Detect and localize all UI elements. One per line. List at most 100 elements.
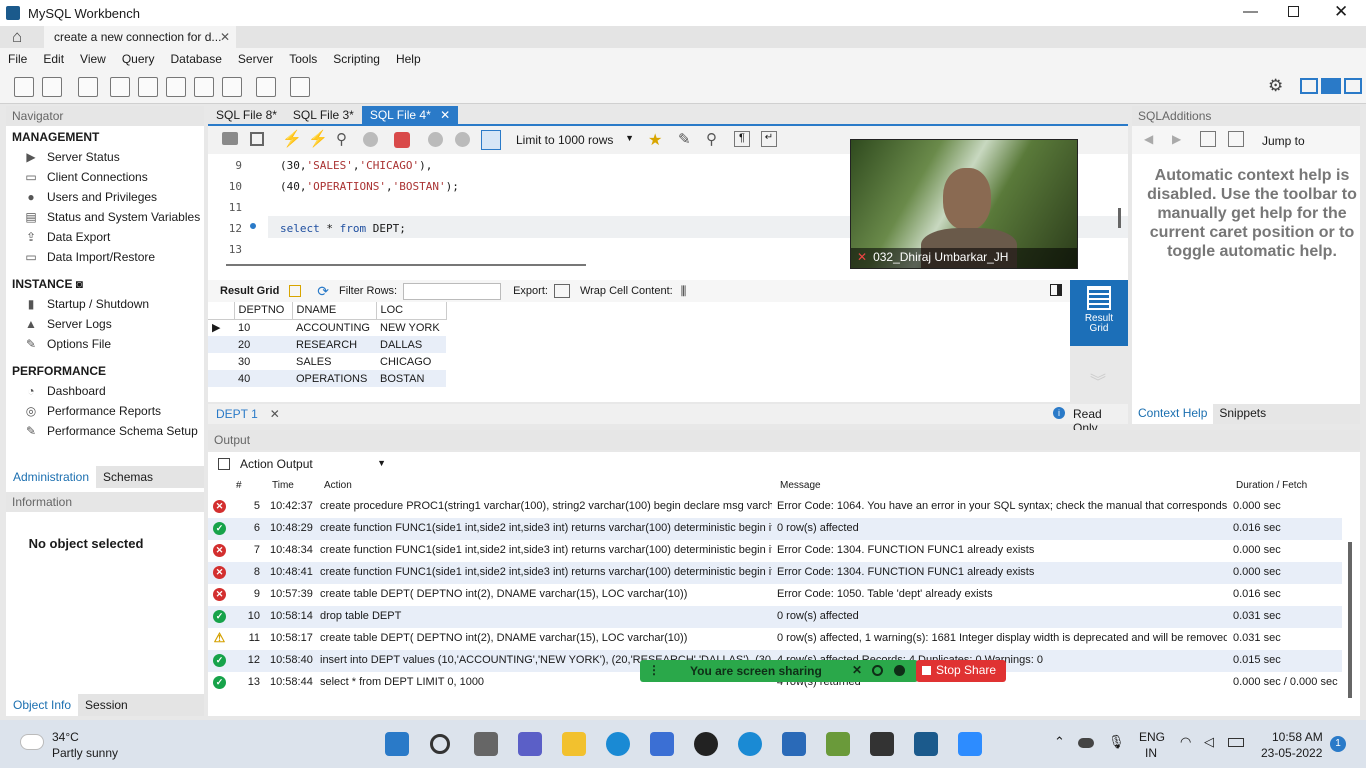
create-view-icon[interactable] [166, 77, 186, 97]
lang-line1[interactable]: ENG [1139, 730, 1165, 744]
autocommit-icon[interactable] [481, 130, 501, 150]
weather-icon[interactable] [20, 734, 44, 750]
limit-rows-select[interactable]: Limit to 1000 rows ▼ [516, 133, 634, 147]
nav-status-variables[interactable]: ▤ Status and System Variables [6, 207, 204, 227]
nav-performance-reports[interactable]: ◎ Performance Reports [6, 401, 204, 421]
nav-data-import[interactable]: ▭ Data Import/Restore [6, 247, 204, 267]
table-row[interactable]: 20 RESEARCH DALLAS [208, 336, 446, 353]
start-icon[interactable] [385, 732, 409, 756]
create-procedure-icon[interactable] [194, 77, 214, 97]
tab-context-help[interactable]: Context Help [1132, 404, 1214, 424]
output-row[interactable]: ✕ 9 10:57:39 create table DEPT( DEPTNO int(… [208, 584, 1342, 606]
output-row[interactable]: ⚠ 11 10:58:17 create table DEPT( DEPTNO int… [208, 628, 1342, 650]
battery-icon[interactable] [1228, 738, 1244, 747]
nav-startup-shutdown[interactable]: ▮ Startup / Shutdown [6, 294, 204, 314]
clock-time[interactable]: 10:58 AM [1272, 730, 1323, 744]
column-header[interactable]: LOC [376, 302, 447, 320]
close-tab-icon[interactable]: ✕ [220, 30, 230, 44]
column-header[interactable]: DEPTNO [234, 302, 293, 320]
volume-icon[interactable]: ◁ [1204, 734, 1214, 750]
cell[interactable]: BOSTAN [376, 370, 446, 387]
create-function-icon[interactable] [222, 77, 242, 97]
refresh-icon[interactable]: ⟳ [317, 283, 329, 300]
output-row[interactable]: ✓ 10 10:58:14 drop table DEPT 0 row(s) affec… [208, 606, 1342, 628]
result-tab[interactable]: DEPT 1 [216, 407, 258, 421]
tab-administration[interactable]: Administration [6, 466, 97, 488]
store-icon[interactable] [650, 732, 674, 756]
chevron-up-icon[interactable]: ⌃ [1054, 734, 1065, 750]
notification-badge[interactable]: 1 [1330, 736, 1346, 752]
output-row[interactable]: ✕ 8 10:48:41 create function FUNC1(side1 in… [208, 562, 1342, 584]
toggle-sidebar-icon[interactable] [1300, 78, 1318, 94]
lang-line2[interactable]: IN [1145, 746, 1157, 760]
rollback-icon[interactable] [455, 132, 470, 147]
minimize-icon[interactable]: — [1243, 3, 1258, 20]
zoom-icon[interactable] [958, 732, 982, 756]
table-row[interactable]: 40 OPERATIONS BOSTAN [208, 370, 446, 387]
edge-icon[interactable] [606, 732, 630, 756]
connection-tab[interactable]: create a new connection for d... ✕ [44, 26, 236, 48]
search-table-icon[interactable] [256, 77, 276, 97]
toggle-error-icon[interactable] [394, 132, 410, 148]
toggle-output-icon[interactable] [1321, 78, 1341, 94]
scroll-down-icon[interactable]: ︾ [1090, 368, 1106, 392]
beautify-icon[interactable]: ✎ [678, 130, 691, 148]
tab-snippets[interactable]: Snippets [1213, 404, 1272, 424]
cell[interactable]: 30 [234, 353, 292, 370]
nav-data-export[interactable]: ⇪ Data Export [6, 227, 204, 247]
mysql-notifier-icon[interactable] [870, 732, 894, 756]
forward-icon[interactable]: ▶ [1172, 132, 1181, 146]
stop-icon[interactable] [363, 132, 378, 147]
toggle-panel-icon[interactable] [1050, 284, 1062, 296]
wifi-icon[interactable]: ◠ [1180, 734, 1191, 750]
output-row[interactable]: ✕ 7 10:48:34 create function FUNC1(side1 in… [208, 540, 1342, 562]
cell[interactable]: CHICAGO [376, 353, 446, 370]
menu-file[interactable]: File [0, 52, 35, 66]
close-icon[interactable]: ✕ [1334, 2, 1348, 22]
file-explorer-icon[interactable] [562, 732, 586, 756]
table-row[interactable]: 30 SALES CHICAGO [208, 353, 446, 370]
result-grid-button[interactable]: Result Grid [1070, 280, 1128, 346]
commit-icon[interactable] [428, 132, 443, 147]
tab-session[interactable]: Session [78, 694, 135, 716]
new-sql-tab-icon[interactable] [14, 77, 34, 97]
search-icon[interactable] [430, 734, 450, 754]
menu-server[interactable]: Server [230, 52, 281, 66]
menu-tools[interactable]: Tools [281, 52, 325, 66]
nav-dashboard[interactable]: ◔ Dashboard [6, 381, 204, 401]
cell[interactable]: RESEARCH [292, 336, 376, 353]
explain-icon[interactable]: ⚲ [336, 130, 347, 148]
security-icon[interactable] [894, 665, 905, 676]
teams-icon[interactable] [518, 732, 542, 756]
add-snippet-icon[interactable]: ★ [648, 130, 662, 150]
nav-performance-schema[interactable]: ✎ Performance Schema Setup [6, 421, 204, 441]
cell[interactable]: 20 [234, 336, 292, 353]
mysql-workbench-icon[interactable] [914, 732, 938, 756]
cell[interactable]: NEW YORK [376, 319, 446, 336]
menu-help[interactable]: Help [388, 52, 429, 66]
menu-scripting[interactable]: Scripting [325, 52, 388, 66]
notepad-icon[interactable] [782, 732, 806, 756]
open-sql-file-icon[interactable] [42, 77, 62, 97]
help-icon[interactable] [738, 732, 762, 756]
copy-icon[interactable] [218, 458, 230, 470]
nav-client-connections[interactable]: ▭ Client Connections [6, 167, 204, 187]
output-type-select[interactable]: Action Output ▼ [240, 457, 386, 471]
cell[interactable]: OPERATIONS [292, 370, 376, 387]
cell[interactable]: 10 [234, 319, 292, 336]
tab-sql-file-4[interactable]: SQL File 4* ✕ [361, 106, 459, 124]
tab-schemas[interactable]: Schemas [96, 466, 160, 488]
execute-current-icon[interactable]: ⚡ [308, 129, 328, 149]
open-file-icon[interactable] [222, 132, 238, 145]
task-view-icon[interactable] [474, 732, 498, 756]
output-scrollbar[interactable] [1348, 542, 1352, 698]
save-icon[interactable] [250, 132, 264, 146]
stop-share-button[interactable]: Stop Share [916, 660, 1006, 682]
create-table-icon[interactable] [138, 77, 158, 97]
close-tab-icon[interactable]: ✕ [440, 108, 450, 122]
wrap-cell-icon[interactable]: ⫼ [681, 284, 687, 299]
jump-to-select[interactable]: Jump to [1262, 134, 1305, 148]
chart-app-icon[interactable] [826, 732, 850, 756]
settings-icon[interactable]: ⚙ [1268, 76, 1283, 96]
cell[interactable]: ACCOUNTING [292, 319, 376, 336]
